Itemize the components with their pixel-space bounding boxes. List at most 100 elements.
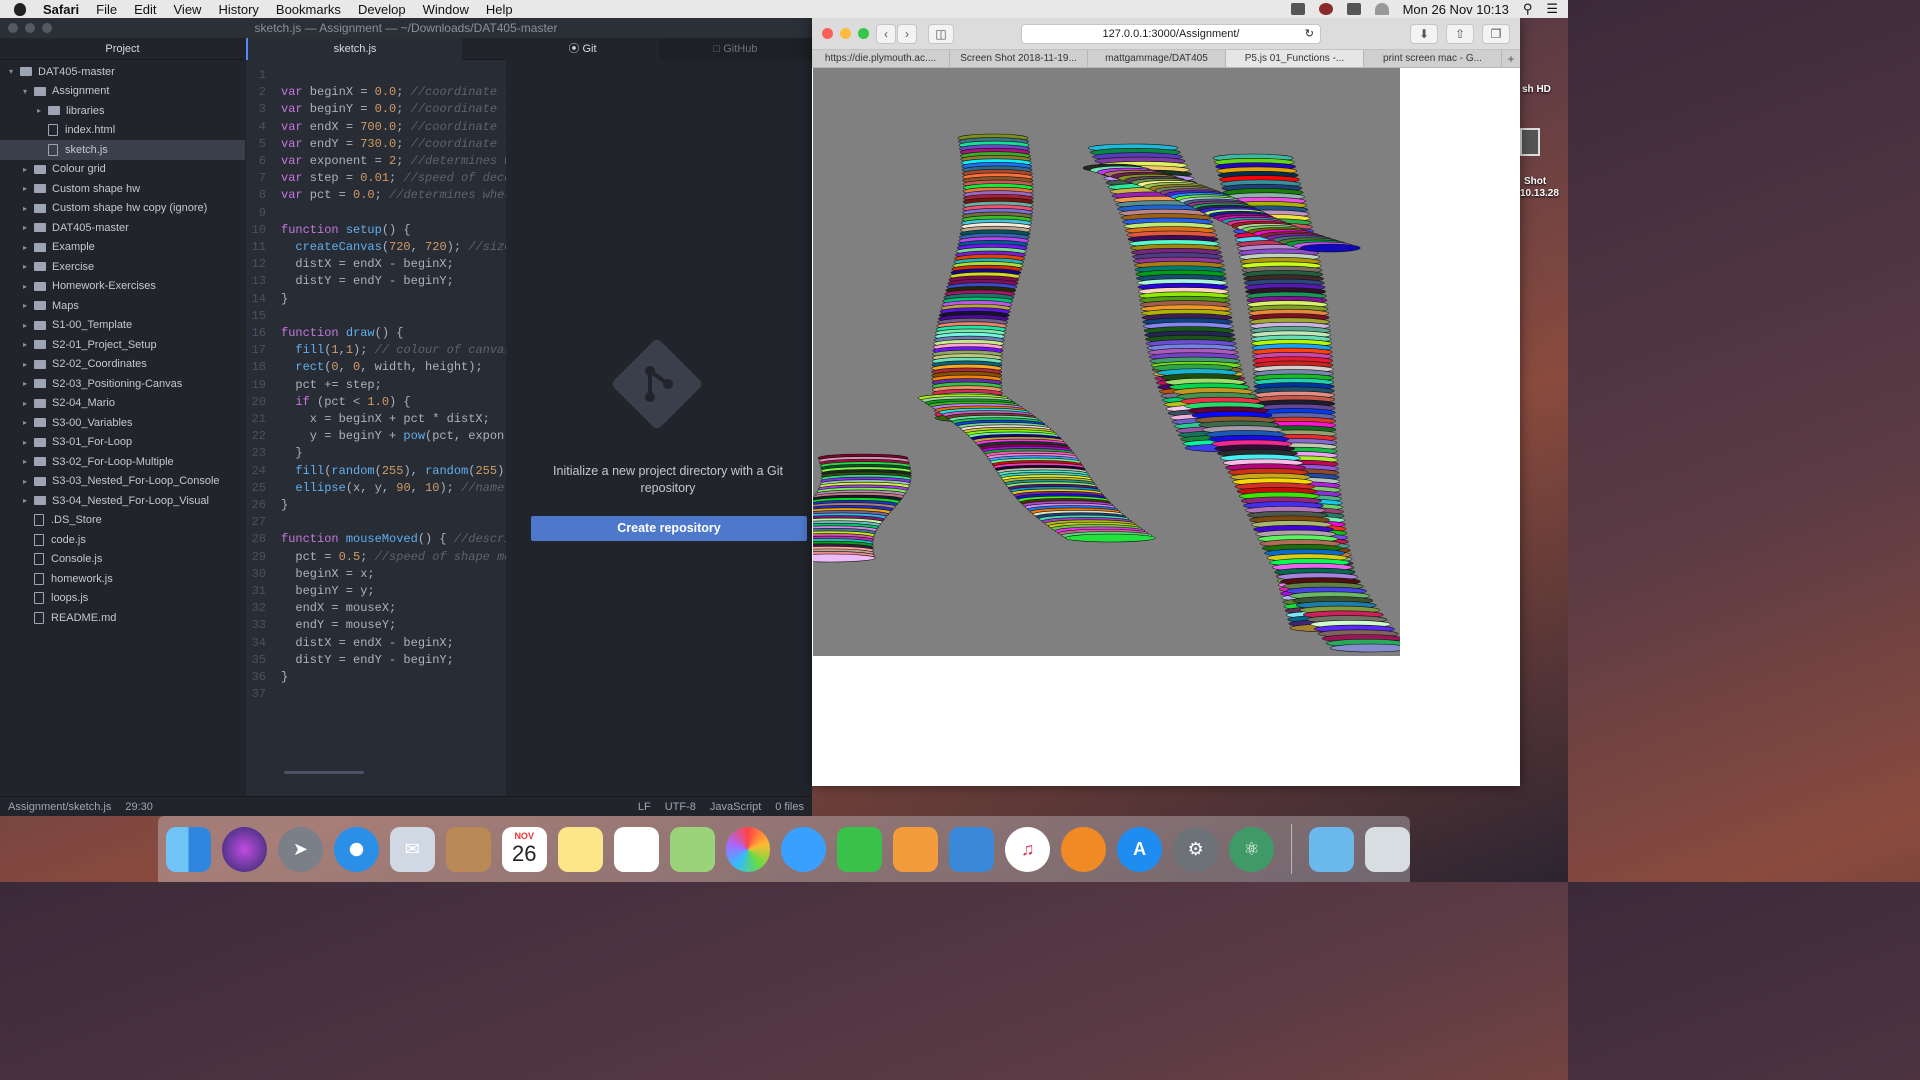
tree-folder[interactable]: ▸ S3-00_Variables [0,413,245,433]
maps-icon[interactable] [669,826,715,872]
chevron-right-icon[interactable]: ▸ [20,360,30,369]
chevron-right-icon[interactable]: ▸ [20,438,30,447]
tree-folder[interactable]: ▸ Maps [0,296,245,316]
browser-tab[interactable]: mattgammage/DAT405 [1088,50,1226,67]
horizontal-scrollbar[interactable] [284,771,364,774]
keynote-icon[interactable] [949,826,995,872]
status-git-files[interactable]: 0 files [775,801,804,813]
back-button[interactable]: ‹ [876,24,896,44]
browser-tab[interactable]: https://die.plymouth.ac.... [812,50,950,67]
menu-view[interactable]: View [174,2,202,17]
code-line[interactable]: beginY = y; [281,584,374,598]
menu-bookmarks[interactable]: Bookmarks [276,2,341,17]
facetime-icon[interactable] [837,826,883,872]
code-line[interactable]: var exponent = 2; //determines wh [281,154,506,168]
airplay-icon[interactable] [1346,3,1361,15]
code-line[interactable]: function mouseMoved() { //describ [281,532,506,546]
tree-folder[interactable]: ▾ Assignment [0,82,245,102]
browser-tab[interactable]: Screen Shot 2018-11-19... [950,50,1088,67]
chevron-right-icon[interactable]: ▸ [34,106,44,115]
screenshot-thumbnail-icon[interactable] [1520,128,1540,156]
launchpad-icon[interactable]: ➤ [277,826,323,872]
chevron-right-icon[interactable]: ▸ [20,165,30,174]
zoom-button[interactable] [858,28,869,39]
status-line-ending[interactable]: LF [638,801,651,813]
minimize-button[interactable] [840,28,851,39]
code-line[interactable]: distY = endY - beginY; [281,653,453,667]
tab-sketch-js[interactable]: sketch.js [246,38,462,60]
tree-folder[interactable]: ▸ S2-01_Project_Setup [0,335,245,355]
reload-icon[interactable]: ↻ [1305,25,1314,43]
mail-icon[interactable]: ✉ [389,826,435,872]
siri-icon[interactable] [221,826,267,872]
code-line[interactable]: beginX = x; [281,567,374,581]
chevron-right-icon[interactable]: ▸ [20,184,30,193]
tree-folder[interactable]: ▸ S3-02_For-Loop-Multiple [0,452,245,472]
chevron-down-icon[interactable]: ▾ [20,87,30,96]
chevron-right-icon[interactable]: ▸ [20,399,30,408]
chevron-right-icon[interactable]: ▸ [20,340,30,349]
tree-folder[interactable]: ▸ S2-03_Positioning-Canvas [0,374,245,394]
menu-file[interactable]: File [96,2,117,17]
address-bar[interactable]: 127.0.0.1:3000/Assignment/ ↻ [1021,24,1321,44]
tree-file[interactable]: code.js [0,530,245,550]
zoom-button[interactable] [42,23,52,33]
code-line[interactable]: var beginY = 0.0; //coordinate fo [281,102,506,116]
chevron-right-icon[interactable]: ▸ [20,243,30,252]
chevron-right-icon[interactable]: ▸ [20,477,30,486]
atom-icon[interactable]: ⚛ [1229,826,1275,872]
messages-icon[interactable] [781,826,827,872]
tree-folder[interactable]: ▸ S3-03_Nested_For-Loop_Console [0,472,245,492]
code-editor[interactable]: sketch.js 1 2 var beginX = 0.0; //coordina… [246,38,506,798]
chevron-right-icon[interactable]: ▸ [20,282,30,291]
tree-file[interactable]: README.md [0,608,245,628]
code-line[interactable]: } [281,498,288,512]
chevron-right-icon[interactable]: ▸ [20,223,30,232]
code-line[interactable]: pct = 0.5; //speed of shape mov [281,550,506,564]
tree-file[interactable]: homework.js [0,569,245,589]
code-line[interactable]: createCanvas(720, 720); //size [281,240,506,254]
finder-icon[interactable] [166,826,211,872]
minimize-button[interactable] [25,23,35,33]
reminders-icon[interactable] [613,826,659,872]
code-line[interactable]: y = beginY + pow(pct, expon [281,429,504,443]
spotlight-icon[interactable]: ⚲ [1523,1,1533,17]
code-line[interactable]: var step = 0.01; //speed of decer [281,171,506,185]
pages-icon[interactable] [893,826,939,872]
code-line[interactable]: var beginX = 0.0; //coordinate fo [281,85,506,99]
code-line[interactable]: x = beginX + pct * distX; [281,412,490,426]
p5-sketch-canvas[interactable] [813,68,1400,656]
ibooks-icon[interactable] [1061,826,1107,872]
menu-help[interactable]: Help [486,2,513,17]
menu-window[interactable]: Window [423,2,469,17]
status-cursor-position[interactable]: 29:30 [125,801,153,813]
code-line[interactable]: } [281,446,302,460]
wifi-icon[interactable] [1374,3,1389,15]
tree-file[interactable]: .DS_Store [0,511,245,531]
tree-folder[interactable]: ▸ Exercise [0,257,245,277]
new-tab-icon[interactable]: + [1502,50,1520,67]
trash-icon[interactable] [1365,826,1410,872]
tree-folder[interactable]: ▸ S1-00_Template [0,316,245,336]
status-app-icon[interactable] [1290,3,1305,15]
tree-file[interactable]: Console.js [0,550,245,570]
photos-icon[interactable] [725,826,771,872]
code-line[interactable]: } [281,292,288,306]
status-grammar[interactable]: JavaScript [710,801,761,813]
menu-edit[interactable]: Edit [134,2,156,17]
tree-folder[interactable]: ▸ Custom shape hw [0,179,245,199]
chevron-right-icon[interactable]: ▸ [20,379,30,388]
menu-develop[interactable]: Develop [358,2,406,17]
code-line[interactable]: distX = endX - beginX; [281,257,453,271]
code-line[interactable]: if (pct < 1.0) { [281,395,410,409]
code-line[interactable]: endY = mouseY; [281,618,396,632]
tree-folder[interactable]: ▸ Homework-Exercises [0,277,245,297]
tabs-overview-icon[interactable]: ❐ [1482,24,1510,44]
tree-folder[interactable]: ▸ S3-04_Nested_For-Loop_Visual [0,491,245,511]
code-line[interactable]: fill(1,1); // colour of canvas [281,343,506,357]
chevron-down-icon[interactable]: ▾ [6,67,16,76]
status-encoding[interactable]: UTF-8 [665,801,696,813]
tree-folder[interactable]: ▸ libraries [0,101,245,121]
notes-icon[interactable] [557,826,603,872]
chevron-right-icon[interactable]: ▸ [20,262,30,271]
